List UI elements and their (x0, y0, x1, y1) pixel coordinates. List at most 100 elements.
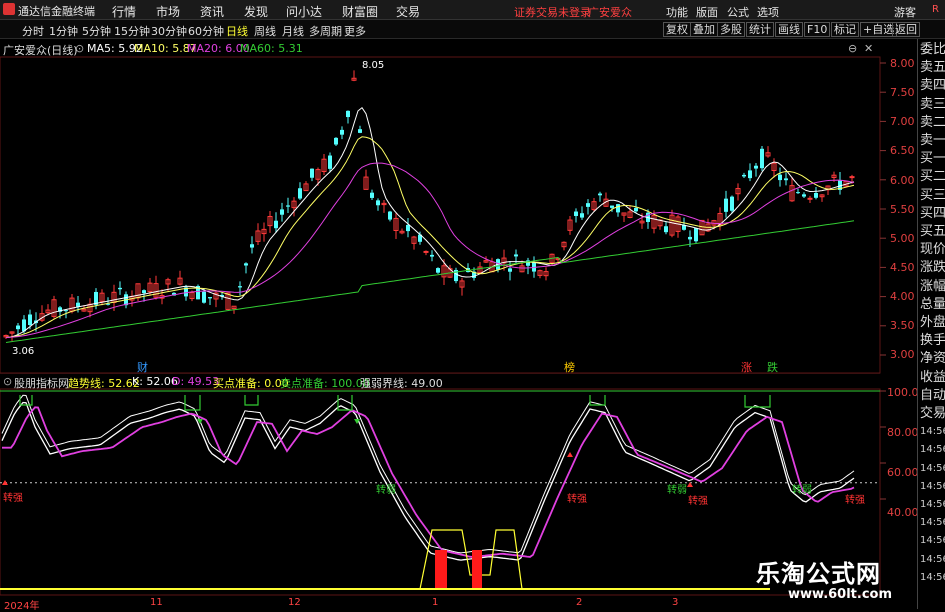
d-line (2, 406, 855, 558)
side-panel-item[interactable]: 交易 (920, 405, 945, 422)
candle-body-down (328, 155, 332, 169)
candle-body-down (784, 178, 788, 181)
candle-body-down (274, 220, 278, 229)
side-panel-item[interactable]: 14:56 (920, 460, 945, 477)
date-tick: 1 (432, 597, 439, 608)
candle-body-down (16, 325, 20, 330)
candle-body-down (310, 168, 314, 178)
price-tick: 6.50 (890, 144, 915, 157)
low-price-label: 3.06 (12, 346, 35, 357)
candle-body-down (586, 203, 590, 207)
side-panel-item[interactable]: 14:56 (920, 496, 945, 513)
side-panel-item[interactable]: 卖五 (920, 59, 945, 76)
side-panel-item[interactable]: 涨幅 (920, 278, 945, 295)
side-panel-item[interactable]: 委比 (920, 41, 945, 58)
side-panel-item[interactable]: 14:56 (920, 551, 945, 568)
candle-body-down (286, 205, 290, 207)
candle-body-down (298, 188, 302, 199)
side-panel-item[interactable]: 卖四 (920, 77, 945, 94)
indicator-settings-icon[interactable]: ⊙ (3, 375, 12, 388)
site-watermark: 乐淘公式网 www.60lt.com (750, 554, 920, 609)
candle-body-down (574, 211, 578, 216)
side-panel-item[interactable]: 卖一 (920, 132, 945, 149)
side-panel-item[interactable]: 14:56 (920, 569, 945, 586)
candle-body-down (358, 129, 362, 133)
signal-label: 转强 (688, 496, 708, 507)
side-panel-item[interactable]: 涨跌 (920, 259, 945, 276)
candle-body-down (598, 193, 602, 196)
candle-body-down (202, 291, 206, 303)
side-panel-item[interactable]: 净资 (920, 350, 945, 367)
price-tick: 6.00 (890, 174, 915, 187)
side-panel-item[interactable]: 14:56 (920, 532, 945, 549)
price-tick: 5.50 (890, 203, 915, 216)
candle-body-down (748, 170, 752, 179)
price-tick: 7.00 (890, 115, 915, 128)
candle-body-down (616, 204, 620, 213)
candle-body-down (244, 263, 248, 266)
side-panel-item[interactable]: 换手 (920, 332, 945, 349)
side-panel-item[interactable]: 14:56 (920, 478, 945, 495)
quote-side-panel: 委比 卖五 卖四卖三 卖二 卖一 买一 买二买三 买四 买五 现价 涨跌涨幅 总量 外盘 换手 净资收益 自动… (917, 39, 945, 609)
signal-label: 转弱 (376, 485, 396, 496)
watermark-url: www.60lt.com (788, 587, 893, 602)
side-panel-item[interactable]: 买一 (920, 150, 945, 167)
side-panel-item[interactable]: 14:56 (920, 423, 945, 440)
side-panel-item[interactable]: 卖三 (920, 96, 945, 113)
side-panel-item[interactable]: 买二 (920, 168, 945, 185)
price-tick: 3.50 (890, 319, 915, 332)
side-panel-item[interactable]: 外盘 (920, 314, 945, 331)
ind-tick: 100.0 (887, 386, 919, 399)
candle-body-down (430, 254, 434, 257)
side-panel-item[interactable]: 现价 (920, 241, 945, 258)
side-panel-item[interactable]: 买五 (920, 223, 945, 240)
ind-tick: 40.00 (887, 506, 919, 519)
buy-arrow-icon (687, 482, 693, 487)
side-panel-item[interactable]: 卖二 (920, 114, 945, 131)
ind-tick: 80.00 (887, 426, 919, 439)
side-panel-item[interactable]: 收益 (920, 369, 945, 386)
k-line (1, 401, 855, 561)
candle-body-down (724, 198, 728, 212)
candle-body-down (634, 207, 638, 212)
indicator-info-bar: ⊙ 股朋指标网 趋势线: 52.62 K: 52.06 D: 49.53 买点准… (0, 373, 880, 391)
candle-body-down (610, 205, 614, 208)
candle-body-down (280, 209, 284, 215)
candle-body-down (238, 286, 242, 288)
ma20-line (5, 162, 855, 338)
candle-body-up (807, 197, 813, 200)
side-panel-item[interactable]: 14:56 (920, 514, 945, 531)
buy-arrow-icon (567, 452, 573, 457)
candle-body-down (742, 174, 746, 177)
ind-tick: 60.00 (887, 466, 919, 479)
candle-body-down (142, 290, 146, 294)
price-pane-border (0, 56, 881, 374)
candle-body-down (778, 174, 782, 181)
strength-value: 强弱界线: 49.00 (360, 377, 443, 390)
price-tick: 7.50 (890, 86, 915, 99)
candle-body-down (376, 200, 380, 206)
trend-value: 趋势线: 52.62 (68, 377, 140, 390)
side-panel-item[interactable]: 自动 (920, 387, 945, 404)
indicator-name[interactable]: 股朋指标网 (14, 375, 69, 391)
candle-body-down (250, 244, 254, 248)
side-panel-item[interactable]: 总量 (920, 296, 945, 313)
candle-body-down (796, 192, 800, 194)
candle-body-down (118, 287, 122, 290)
side-panel-item[interactable]: 买四 (920, 205, 945, 222)
chart-canvas[interactable] (0, 0, 945, 609)
watermark-title: 乐淘公式网 (756, 560, 881, 588)
candle-body-down (760, 148, 764, 169)
side-panel-item[interactable]: 14:56 (920, 441, 945, 458)
signal-label: 转强 (845, 495, 865, 506)
high-price-label: 8.05 (362, 60, 385, 71)
side-panel-item[interactable]: 买三 (920, 187, 945, 204)
candle-body-down (346, 110, 350, 118)
ma10-line (5, 136, 855, 338)
candle-body-down (388, 211, 392, 220)
signal-label: 转强 (3, 493, 23, 504)
candle-body-down (208, 297, 212, 299)
trend-line (1, 394, 855, 554)
price-tick: 4.00 (890, 290, 915, 303)
candle-body-down (508, 268, 512, 272)
